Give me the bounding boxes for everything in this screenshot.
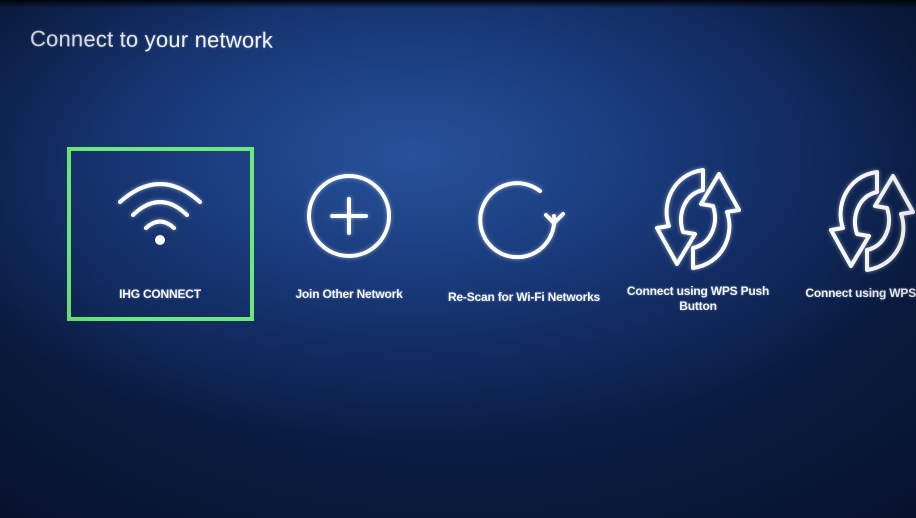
refresh-icon [478, 181, 565, 260]
wifi-icon [118, 182, 202, 245]
rescan-wifi-option[interactable]: Re-Scan for Wi-Fi Networks [434, 178, 614, 305]
screen-top-edge [0, 0, 916, 8]
page-title: Connect to your network [29, 26, 274, 53]
wps-icon [655, 168, 741, 270]
network-ihg-connect-label: IHG CONNECT [119, 287, 201, 301]
wps-pin-label: Connect using WPS PIN [805, 286, 916, 300]
rescan-wifi-label: Re-Scan for Wi-Fi Networks [447, 290, 601, 304]
plus-circle-icon [307, 174, 391, 258]
wps-pin-option[interactable]: Connect using WPS PIN [782, 166, 916, 301]
network-ihg-connect[interactable]: IHG CONNECT [70, 172, 250, 302]
wps-icon [829, 170, 915, 272]
wps-push-button-label: Connect using WPS Push Button [626, 284, 770, 313]
wps-push-button-option[interactable]: Connect using WPS Push Button [608, 164, 788, 314]
join-other-network-label: Join Other Network [295, 287, 403, 301]
join-other-network-option[interactable]: Join Other Network [259, 173, 439, 302]
